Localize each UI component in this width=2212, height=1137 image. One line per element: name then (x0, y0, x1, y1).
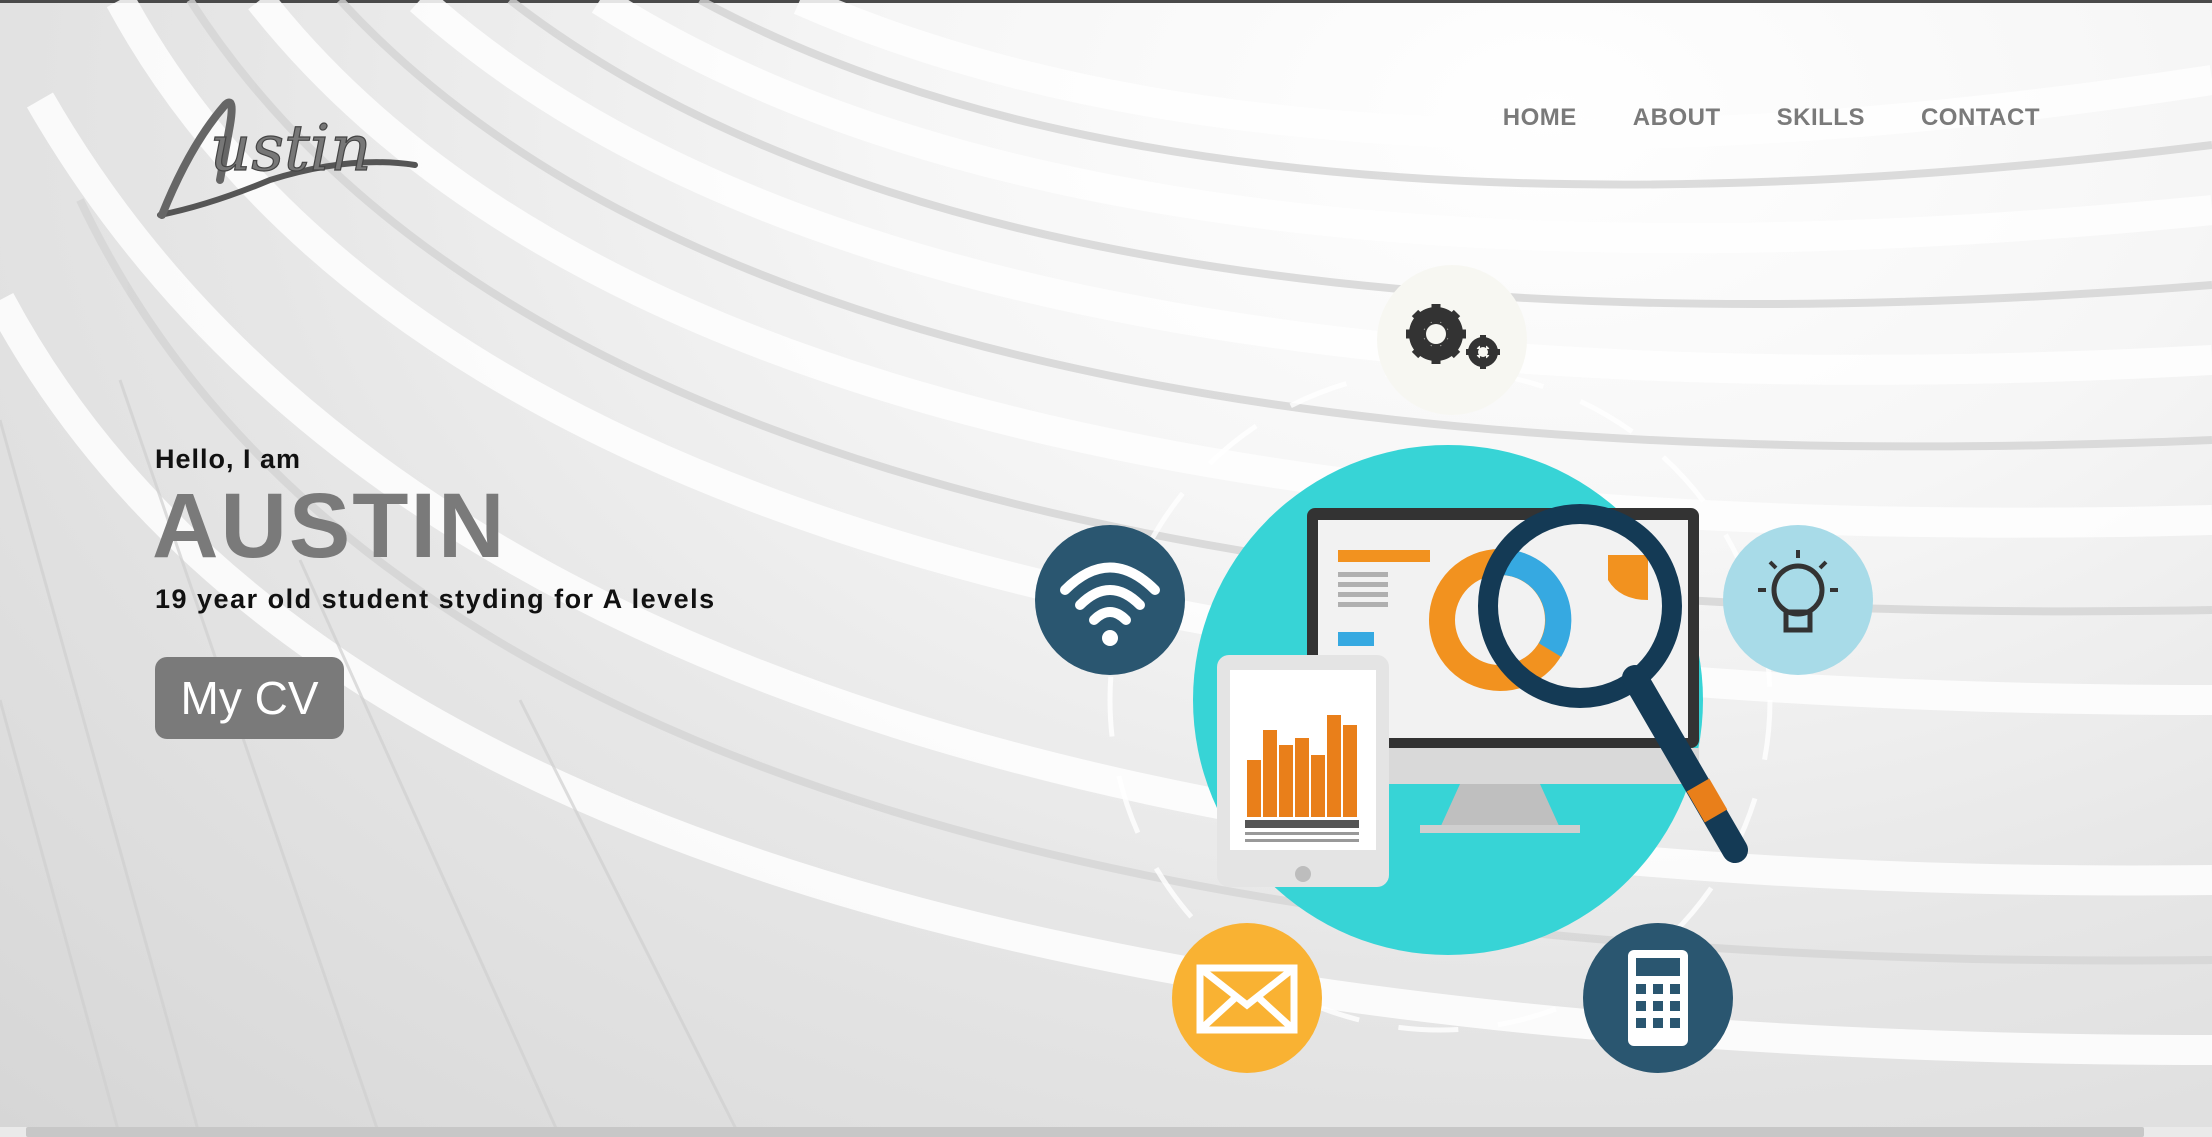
gears-icon (1377, 265, 1527, 415)
nav-skills[interactable]: SKILLS (1777, 104, 1865, 132)
calculator-icon (1583, 923, 1733, 1073)
horizontal-scrollbar[interactable] (0, 1127, 2212, 1137)
hero-tagline: 19 year old student styding for A levels (155, 584, 716, 614)
nav-contact[interactable]: CONTACT (1921, 104, 2040, 132)
nav-home[interactable]: HOME (1503, 104, 1577, 132)
nav-about[interactable]: ABOUT (1633, 104, 1721, 132)
envelope-icon (1172, 923, 1322, 1073)
austin-logo[interactable]: ustin (150, 85, 430, 225)
scrollbar-thumb[interactable] (26, 1127, 2144, 1137)
my-cv-button[interactable]: My CV (155, 657, 344, 739)
wifi-icon (1035, 525, 1185, 675)
hero-background: ustin HOME ABOUT SKILLS CONTACT Hello, I… (0, 0, 2212, 1137)
analytics-illustration (1035, 265, 1873, 1073)
lightbulb-icon (1723, 525, 1873, 675)
tablet-icon (1217, 655, 1389, 887)
greeting-text: Hello, I am (155, 444, 302, 474)
main-nav: HOME ABOUT SKILLS CONTACT (1503, 104, 2040, 132)
hero-name: AUSTIN (152, 475, 507, 577)
svg-text:ustin: ustin (210, 112, 371, 186)
